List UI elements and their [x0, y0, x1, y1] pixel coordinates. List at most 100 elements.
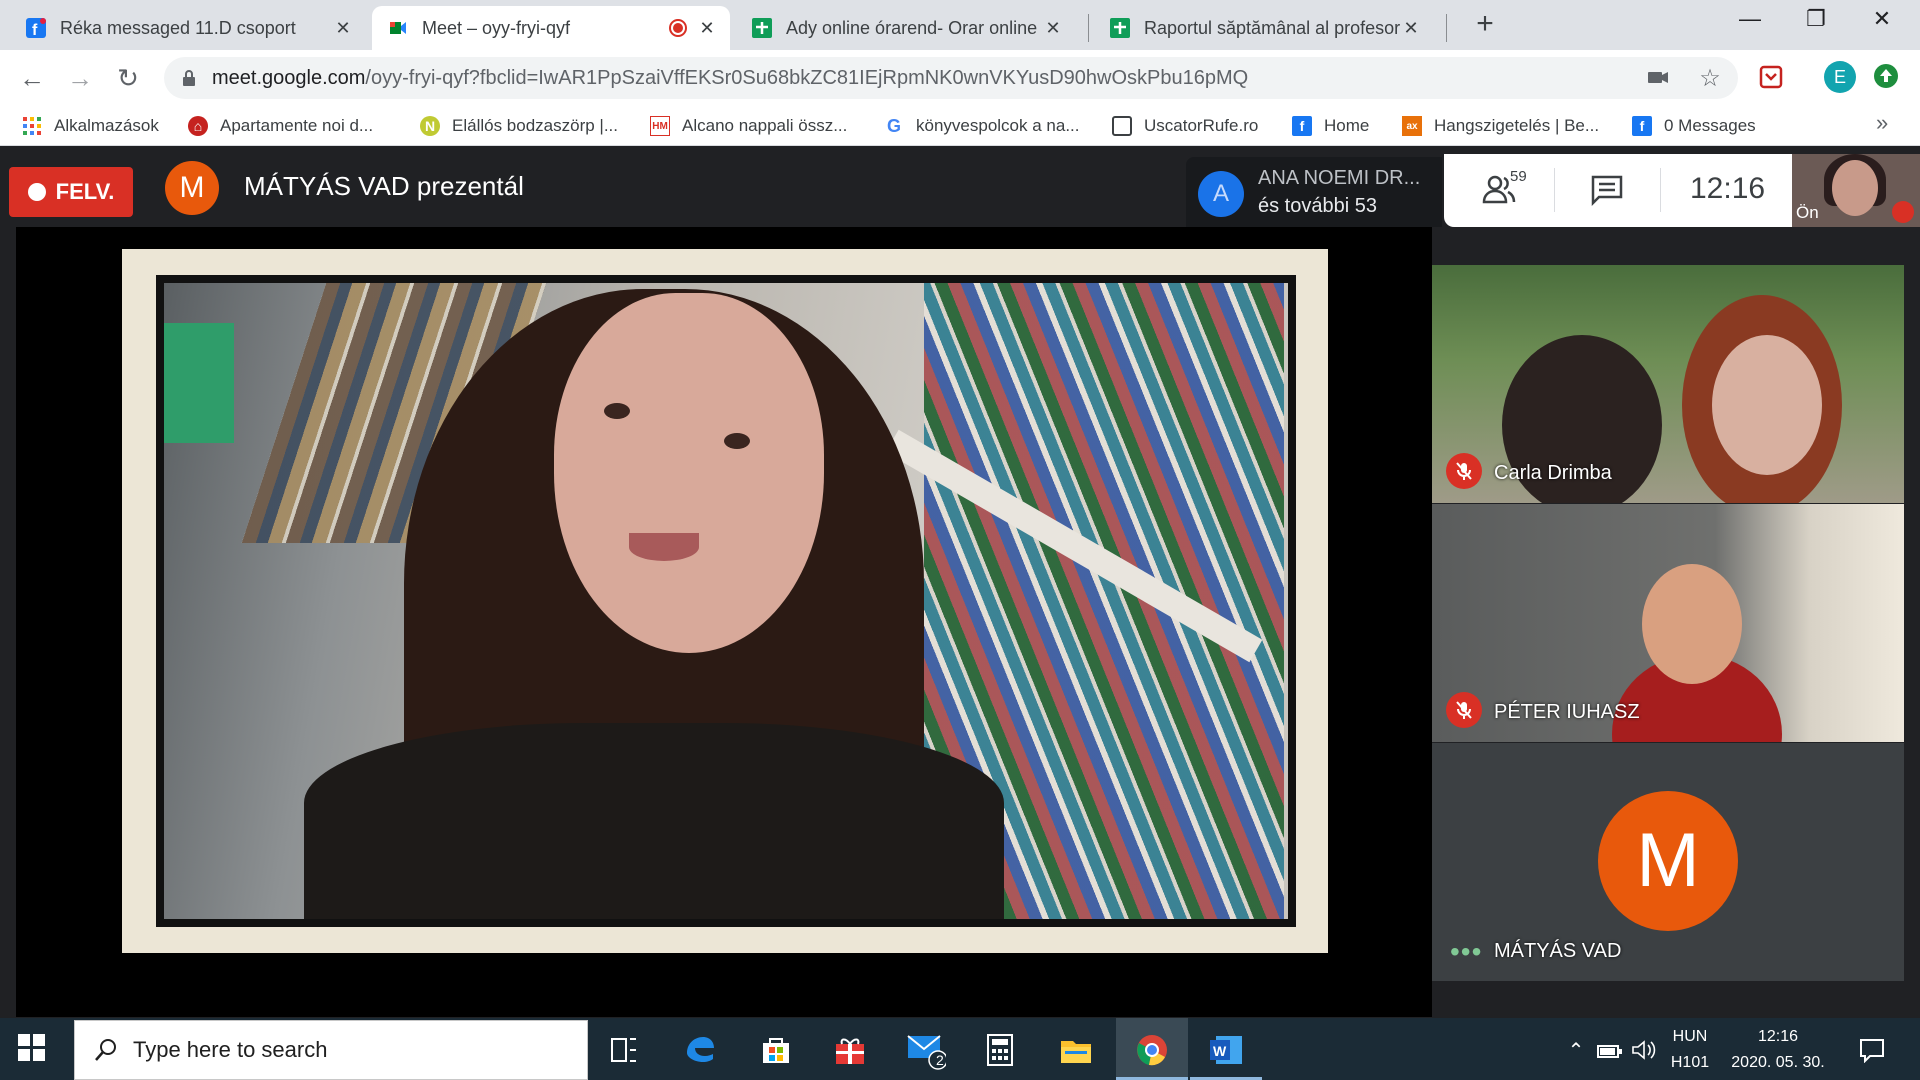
- participant-tile[interactable]: Carla Drimba: [1432, 265, 1904, 503]
- bookmark-apartamente[interactable]: ⌂ Apartamente noi d...: [188, 114, 373, 138]
- tab-separator: [1446, 14, 1447, 42]
- reload-button[interactable]: ↻: [110, 60, 146, 96]
- store-icon[interactable]: [756, 1030, 796, 1070]
- participant-name: PÉTER IUHASZ: [1494, 701, 1640, 723]
- facebook-icon: f: [1632, 116, 1652, 136]
- joined-notification[interactable]: A ANA NOEMI DR... és további 53: [1186, 157, 1442, 227]
- mail-badge: 2: [936, 1052, 944, 1068]
- close-tab-icon[interactable]: ✕: [1400, 18, 1422, 39]
- record-dot-icon: [27, 183, 46, 201]
- taskbar-date[interactable]: 2020. 05. 30.: [1718, 1054, 1838, 1072]
- site-icon: ⌂: [188, 116, 208, 136]
- camera-icon[interactable]: [1644, 65, 1672, 93]
- taskbar-search[interactable]: Type here to search: [74, 1020, 588, 1080]
- meet-top-bar: FELV. M MÁTYÁS VAD prezentál A ANA NOEMI…: [0, 147, 1920, 227]
- bookmark-star-icon[interactable]: ☆: [1696, 65, 1724, 93]
- bookmark-home[interactable]: f Home: [1292, 114, 1369, 138]
- close-tab-icon[interactable]: ✕: [696, 18, 718, 39]
- windows-taskbar: Type here to search 2 W ⌃ HUN H101 12:16…: [0, 1018, 1920, 1080]
- bookmark-label: Elállós bodzaszörp |...: [452, 116, 618, 135]
- input-language[interactable]: HUN: [1664, 1028, 1716, 1046]
- bookmark-bodzaszorp[interactable]: N Elállós bodzaszörp |...: [420, 114, 618, 138]
- edge-icon[interactable]: [680, 1030, 720, 1070]
- tab-facebook-messages[interactable]: f Réka messaged 11.D csoport ✕: [10, 6, 366, 50]
- tab-title: Meet – oyy-fryi-qyf: [422, 17, 571, 38]
- speaking-indicator-icon: •••: [1450, 936, 1483, 967]
- site-icon: [1112, 116, 1132, 136]
- bookmark-label: Hangszigetelés | Be...: [1434, 116, 1600, 135]
- tab-separator: [1088, 14, 1089, 42]
- search-placeholder: Type here to search: [133, 1037, 328, 1062]
- word-icon[interactable]: W: [1206, 1030, 1246, 1070]
- address-row: ← → ↻ meet.google.com/oyy-fryi-qyf?fbcli…: [0, 50, 1920, 106]
- bookmark-label: könyvespolcok a na...: [916, 116, 1080, 135]
- tab-title: Raportul săptămânal al profesoril: [1144, 17, 1400, 38]
- mic-off-icon: [1892, 201, 1914, 223]
- notification-center-icon[interactable]: [1852, 1030, 1892, 1070]
- profile-avatar[interactable]: E: [1824, 61, 1856, 93]
- back-button[interactable]: ←: [14, 60, 50, 96]
- close-window-button[interactable]: ✕: [1852, 6, 1912, 40]
- address-bar[interactable]: meet.google.com/oyy-fryi-qyf?fbclid=IwAR…: [164, 57, 1738, 99]
- meet-icon: [388, 18, 408, 38]
- bookmark-konyvespolcok[interactable]: G könyvespolcok a na...: [884, 114, 1080, 138]
- participant-avatar: M: [1598, 791, 1738, 931]
- meet-clock: 12:16: [1690, 172, 1766, 205]
- svg-text:f: f: [32, 22, 38, 38]
- bookmark-label: Apartamente noi d...: [220, 116, 374, 135]
- facebook-icon: f: [1292, 116, 1312, 136]
- extension-icon[interactable]: [1756, 62, 1786, 92]
- person-mouth: [629, 533, 699, 561]
- person-shirt: [304, 723, 1004, 919]
- video-background: [164, 323, 234, 443]
- bookmark-label: Alcano nappali össz...: [682, 116, 848, 135]
- mic-off-icon: [1446, 453, 1482, 489]
- bookmark-label: UscatorRufe.ro: [1144, 116, 1259, 135]
- recording-badge[interactable]: FELV.: [9, 167, 133, 217]
- volume-icon[interactable]: [1624, 1030, 1664, 1070]
- participant-avatar: A: [1198, 171, 1244, 217]
- taskbar-time[interactable]: 12:16: [1718, 1028, 1838, 1046]
- apps-icon: [22, 116, 42, 136]
- new-tab-button[interactable]: +: [1468, 8, 1502, 42]
- person-face: [554, 293, 824, 653]
- url-host: meet.google.com: [212, 67, 366, 89]
- restore-button[interactable]: ❐: [1786, 6, 1846, 40]
- tab-raport[interactable]: Raportul săptămânal al profesoril ✕: [1094, 6, 1434, 50]
- chat-icon[interactable]: [1590, 174, 1624, 211]
- bookmarks-more-icon[interactable]: »: [1876, 110, 1888, 136]
- joined-name: ANA NOEMI DR...: [1258, 167, 1421, 189]
- bookmark-apps[interactable]: Alkalmazások: [22, 114, 159, 138]
- bookmark-messages[interactable]: f 0 Messages: [1632, 114, 1756, 138]
- windows-start-icon[interactable]: [18, 1034, 48, 1064]
- recording-label: FELV.: [55, 179, 115, 204]
- close-tab-icon[interactable]: ✕: [1042, 18, 1064, 39]
- presentation-frame: [122, 249, 1328, 953]
- tab-orarend[interactable]: Ady online órarend- Orar online ✕: [736, 6, 1076, 50]
- keyboard-layout[interactable]: H101: [1664, 1054, 1716, 1072]
- joined-others: és további 53: [1258, 195, 1377, 217]
- tab-strip: f Réka messaged 11.D csoport ✕ Meet – oy…: [0, 0, 1920, 50]
- update-icon[interactable]: [1872, 62, 1902, 92]
- divider: [1554, 168, 1555, 212]
- participant-tile[interactable]: PÉTER IUHASZ: [1432, 504, 1904, 742]
- minimize-button[interactable]: —: [1720, 6, 1780, 40]
- chrome-icon[interactable]: [1132, 1030, 1172, 1070]
- tab-meet[interactable]: Meet – oyy-fryi-qyf ✕: [372, 6, 730, 50]
- participant-name: Carla Drimba: [1494, 462, 1612, 484]
- calculator-icon[interactable]: [980, 1030, 1020, 1070]
- participant-tile[interactable]: M ••• MÁTYÁS VAD: [1432, 743, 1904, 981]
- mail-icon[interactable]: 2: [906, 1030, 946, 1070]
- bookmark-uscatorrufe[interactable]: UscatorRufe.ro: [1112, 114, 1258, 138]
- url-path: /oyy-fryi-qyf?fbclid=IwAR1PpSzaiVffEKSr0…: [365, 67, 1249, 89]
- forward-button[interactable]: →: [62, 60, 98, 96]
- task-view-icon[interactable]: [604, 1030, 644, 1070]
- gift-icon[interactable]: [830, 1030, 870, 1070]
- self-view-tile[interactable]: Ön: [1792, 154, 1920, 227]
- file-explorer-icon[interactable]: [1056, 1030, 1096, 1070]
- close-tab-icon[interactable]: ✕: [332, 18, 354, 39]
- bookmark-hangszigeteles[interactable]: ax Hangszigetelés | Be...: [1402, 114, 1599, 138]
- presenter-avatar: M: [165, 161, 219, 215]
- bookmark-alcano[interactable]: HM Alcano nappali össz...: [650, 114, 847, 138]
- search-icon: [93, 1037, 119, 1068]
